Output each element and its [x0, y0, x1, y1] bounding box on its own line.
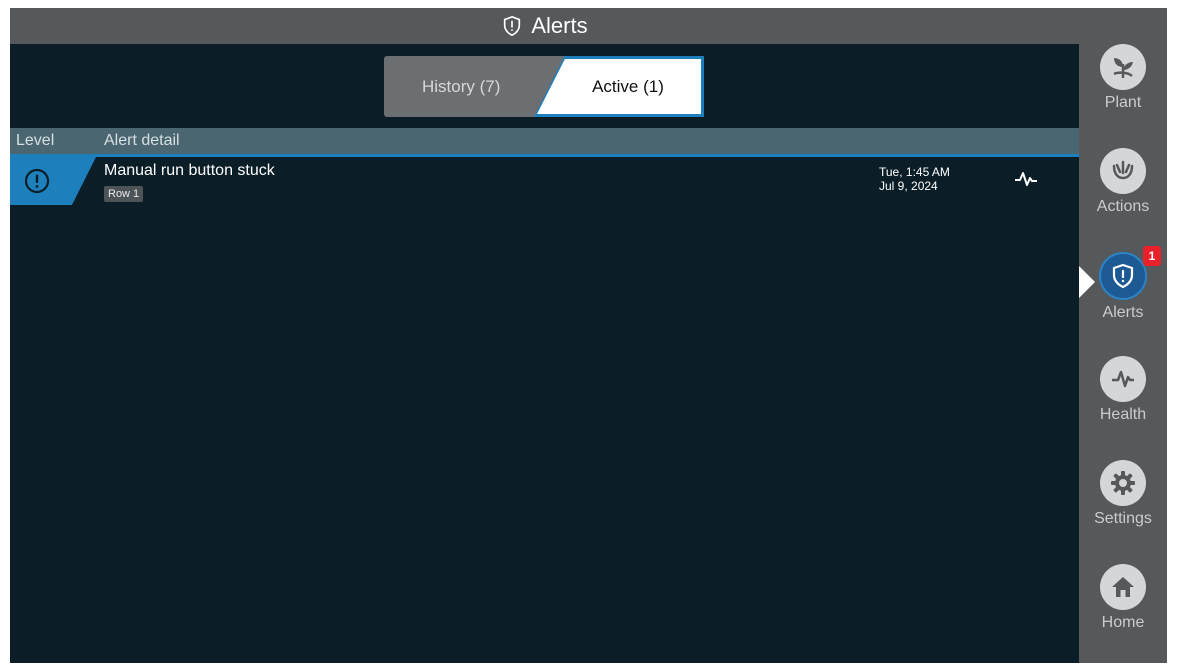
sidebar-item-label: Plant	[1104, 94, 1142, 111]
table-row[interactable]: Manual run button stuck Row 1 Tue, 1:45 …	[10, 157, 1079, 209]
sidebar-item-home[interactable]: Home	[1079, 564, 1167, 660]
tab-history-label: History (7)	[422, 76, 501, 96]
title-bar: Alerts	[10, 8, 1079, 44]
level-badge	[10, 157, 96, 205]
plant-icon	[1100, 44, 1146, 90]
alert-title: Manual run button stuck	[104, 162, 275, 179]
table-header: Level Alert detail	[10, 128, 1079, 157]
sidebar-item-health[interactable]: Health	[1079, 356, 1167, 452]
alert-date: Jul 9, 2024	[879, 179, 938, 193]
health-pulse-icon	[1100, 356, 1146, 402]
sidebar-item-label: Settings	[1094, 510, 1152, 527]
tab-active-label: Active (1)	[592, 76, 664, 96]
tab-bar: History (7) Active (1)	[384, 56, 704, 117]
health-pulse-icon[interactable]	[1014, 169, 1038, 189]
alert-time: Tue, 1:45 AM	[879, 165, 950, 179]
sidebar-item-plant[interactable]: Plant	[1079, 44, 1167, 140]
page-title: Alerts	[531, 13, 588, 38]
alert-timestamp: Tue, 1:45 AM Jul 9, 2024	[879, 165, 950, 193]
sidebar-item-label: Home	[1101, 614, 1145, 631]
sidebar-item-actions[interactable]: Actions	[1079, 148, 1167, 244]
tab-active[interactable]: Active (1)	[537, 59, 701, 114]
alerts-count-badge: 1	[1143, 246, 1161, 266]
app-frame: Alerts History (7) Active (1) Level Aler…	[10, 8, 1167, 663]
sidebar-item-alerts[interactable]: 1 Alerts	[1079, 246, 1167, 348]
sidebar-nav: Plant Actions 1 Alerts Health Settings H…	[1079, 8, 1167, 663]
sidebar-item-label: Health	[1099, 406, 1147, 423]
sidebar-item-label: Actions	[1096, 198, 1150, 215]
column-header-alert-detail: Alert detail	[104, 132, 180, 149]
main-content: History (7) Active (1) Level Alert detai…	[10, 44, 1079, 663]
alert-location-tag: Row 1	[104, 186, 144, 202]
home-icon	[1100, 564, 1146, 610]
column-header-level: Level	[16, 132, 55, 149]
shield-icon	[504, 15, 521, 37]
gear-icon	[1100, 460, 1146, 506]
sidebar-item-settings[interactable]: Settings	[1079, 460, 1167, 556]
active-indicator	[1079, 266, 1095, 298]
shield-alert-icon	[1099, 252, 1147, 300]
exclamation-circle-icon	[24, 168, 50, 194]
actions-icon	[1100, 148, 1146, 194]
sidebar-item-label: Alerts	[1102, 304, 1144, 321]
